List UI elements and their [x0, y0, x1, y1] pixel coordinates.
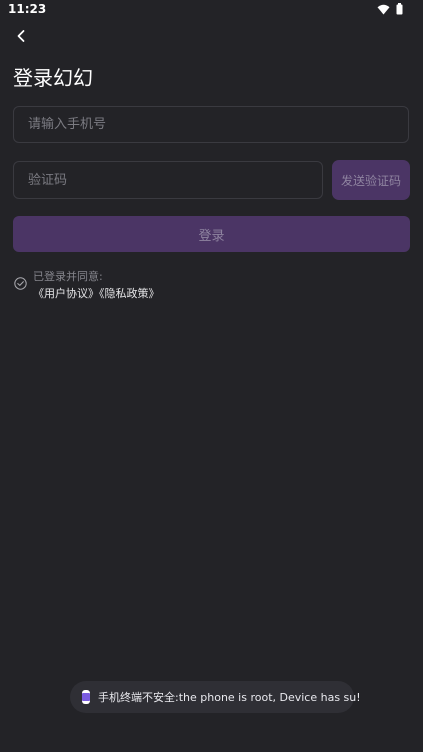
page-title: 登录幻幻: [13, 66, 93, 90]
agreement-checkbox-icon[interactable]: [14, 277, 27, 290]
agreement-text: 已登录并同意: 《用户协议》《隐私政策》: [33, 268, 160, 302]
app-icon: [82, 690, 90, 704]
status-time: 11:23: [8, 2, 47, 16]
agreement-row: 已登录并同意: 《用户协议》《隐私政策》: [14, 268, 160, 302]
agreement-links[interactable]: 《用户协议》《隐私政策》: [33, 285, 160, 302]
verification-code-input[interactable]: [13, 161, 323, 199]
battery-icon: [396, 3, 403, 15]
send-code-button[interactable]: 发送验证码: [332, 160, 410, 200]
agreement-prefix: 已登录并同意:: [33, 270, 103, 283]
login-button[interactable]: 登录: [13, 216, 410, 252]
status-bar: 11:23: [0, 0, 423, 20]
phone-input[interactable]: [13, 106, 409, 143]
status-icons: [377, 3, 403, 15]
back-button[interactable]: [8, 23, 34, 49]
wifi-icon: [377, 4, 390, 14]
toast: 手机终端不安全:the phone is root, Device has su…: [70, 681, 361, 713]
toast-message: 手机终端不安全:the phone is root, Device has su…: [98, 691, 361, 704]
back-arrow-icon: [17, 30, 25, 42]
